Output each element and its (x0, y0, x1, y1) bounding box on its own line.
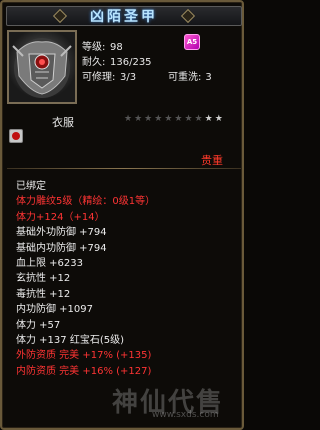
attribute-line: 血上限 +6233 (16, 257, 84, 269)
repairable-line: 可修理: 3/3 (82, 68, 136, 83)
attribute-line: 体力 +137 红宝石(5级) (16, 334, 124, 346)
level-label: 等级: (82, 42, 106, 53)
star-icon: ★ (204, 114, 213, 124)
star-icon: ★ (194, 114, 203, 124)
star-icon: ★ (124, 114, 133, 124)
item-name: 凶陌圣甲 (90, 9, 158, 25)
repairable-value: 3/3 (120, 72, 137, 83)
title-decoration-right (180, 8, 196, 24)
watermark-url: www.sxds.com (152, 410, 219, 420)
item-type: 衣服 (52, 116, 74, 129)
attribute-line: 体力+124（+14） (16, 211, 105, 223)
durability-line: 耐久: 136/235 (82, 53, 152, 68)
attribute-line: 基础内功防御 +794 (16, 242, 107, 254)
attribute-line: 毒抗性 +12 (16, 288, 71, 300)
star-icon: ★ (164, 114, 173, 124)
attribute-line: 已绑定 (16, 181, 46, 192)
attribute-line: 基础外功防御 +794 (16, 227, 107, 239)
price-tag: 贵重 (201, 154, 223, 167)
grade-badge-icon: A5 (184, 34, 200, 50)
attribute-line: 体力 +57 (16, 319, 61, 331)
durability-value: 136/235 (110, 57, 152, 68)
attribute-line: 玄抗性 +12 (16, 273, 71, 285)
watermark-logo: 神仙代售 www.sxds.com (112, 382, 242, 426)
level-line: 等级: 98 (82, 38, 123, 53)
gem-icon (9, 129, 23, 143)
rewash-value: 3 (205, 72, 212, 83)
durability-label: 耐久: (82, 57, 106, 68)
attribute-line: 内防资质 完美 +16% (+127) (16, 365, 152, 377)
star-icon: ★ (214, 114, 223, 124)
star-icon: ★ (174, 114, 183, 124)
level-value: 98 (110, 42, 123, 53)
attribute-line: 外防资质 完美 +17% (+135) (16, 350, 152, 362)
title-decoration-left (52, 8, 68, 24)
star-icon: ★ (184, 114, 193, 124)
star-rating: ★ ★ ★ ★ ★ ★ ★ ★ ★ ★ (124, 113, 223, 125)
rewash-label: 可重洗: (168, 72, 202, 83)
star-icon: ★ (134, 114, 143, 124)
attribute-line: 体力雕纹5级（精绘：0级1等） (16, 196, 156, 208)
star-icon: ★ (154, 114, 163, 124)
repairable-label: 可修理: (82, 72, 116, 83)
star-icon: ★ (144, 114, 153, 124)
item-tooltip-panel: 凶陌圣甲 等级: 98 耐久: 136/235 可修理: 3/3 可重洗: 3 A5 衣… (0, 0, 244, 430)
attribute-list: 已绑定体力雕纹5级（精绘：0级1等） 体力+124（+14） 基础外功防御 +794… (16, 179, 240, 379)
rewash-line: 可重洗: 3 (168, 68, 212, 83)
armor-portrait-icon (7, 30, 77, 104)
divider (7, 168, 241, 169)
title-bar: 凶陌圣甲 (6, 6, 242, 26)
attribute-line: 内功防御 +1097 (16, 304, 94, 316)
